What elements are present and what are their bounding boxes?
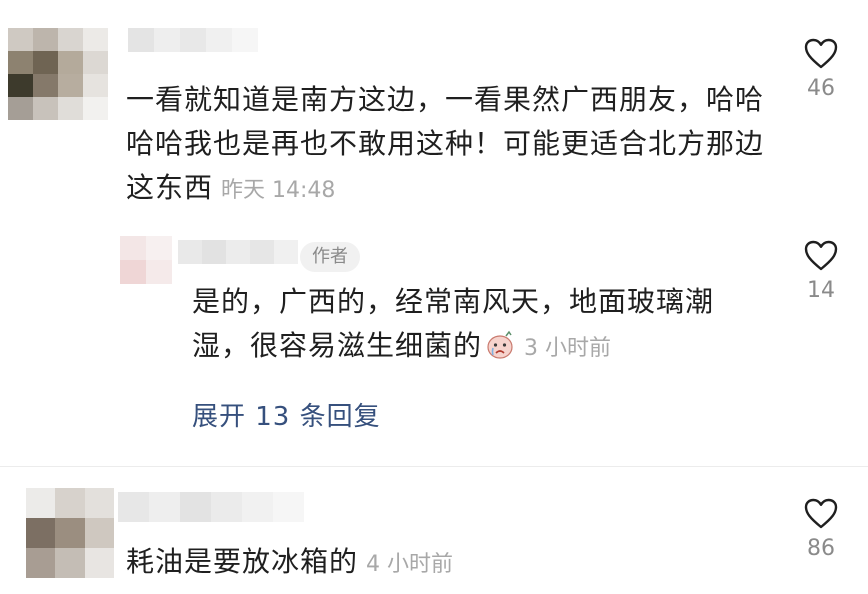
author-badge: 作者 <box>300 242 360 272</box>
username-blurred[interactable] <box>118 492 304 522</box>
avatar[interactable] <box>120 236 172 284</box>
comment-time: 昨天 14:48 <box>221 178 336 203</box>
heart-icon <box>804 38 838 69</box>
username-blurred[interactable] <box>128 28 258 52</box>
avatar[interactable] <box>26 488 114 578</box>
reply-body: 是的，广西的，经常南风天，地面玻璃潮湿，很容易滋生细菌的 <box>192 285 715 362</box>
comment-text: 耗油是要放冰箱的 4 小时前 <box>126 540 646 587</box>
divider <box>0 466 868 467</box>
heart-icon <box>804 498 838 529</box>
comment-time: 4 小时前 <box>366 552 454 577</box>
expand-replies-link[interactable]: 展开 13 条回复 <box>192 396 381 433</box>
sad-face-emoji-icon <box>487 330 513 359</box>
like-count: 46 <box>807 76 835 101</box>
like-button[interactable]: 14 <box>791 240 851 303</box>
like-count: 14 <box>807 278 835 303</box>
like-count: 86 <box>807 536 835 561</box>
avatar[interactable] <box>8 28 108 120</box>
reply-text: 是的，广西的，经常南风天，地面玻璃潮湿，很容易滋生细菌的 3 小时前 <box>192 280 752 371</box>
heart-icon <box>804 240 838 271</box>
like-button[interactable]: 86 <box>791 498 851 561</box>
comment-body: 耗油是要放冰箱的 <box>126 545 359 578</box>
comment-text: 一看就知道是南方这边，一看果然广西朋友，哈哈哈哈我也是再也不敢用这种！可能更适合… <box>126 78 766 213</box>
username-blurred[interactable] <box>178 240 298 264</box>
like-button[interactable]: 46 <box>791 38 851 101</box>
reply-time: 3 小时前 <box>524 336 612 361</box>
